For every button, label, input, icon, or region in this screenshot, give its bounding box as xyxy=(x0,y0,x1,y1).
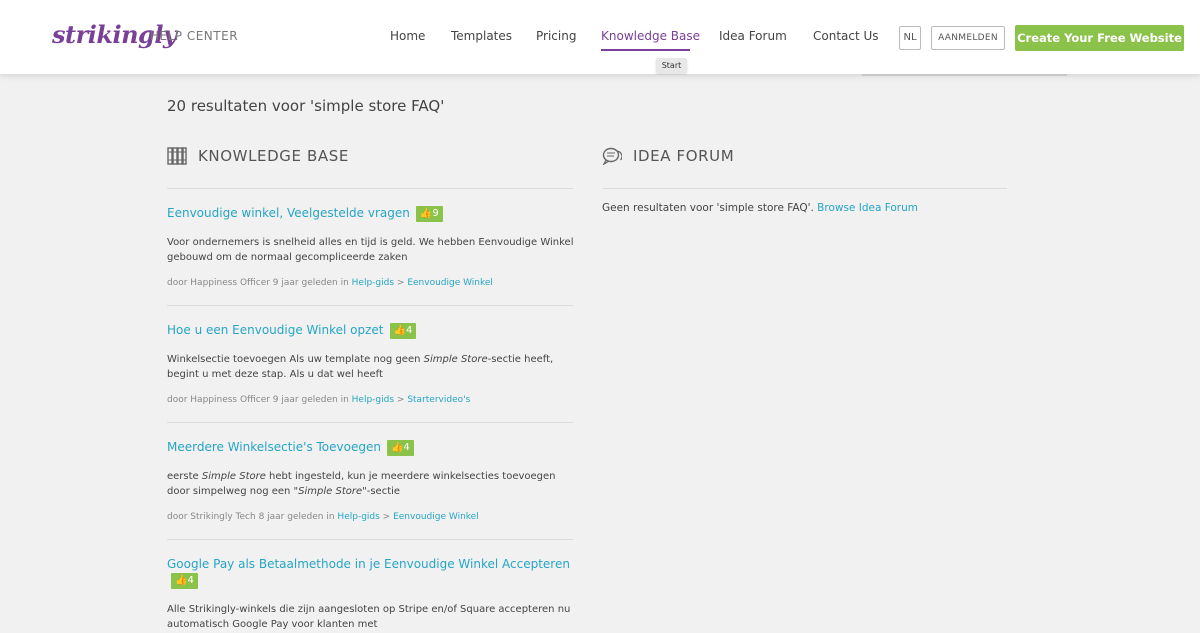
vote-badge: 👍4 xyxy=(389,323,417,339)
kb-divider xyxy=(167,188,573,189)
thumbs-up-icon: 👍 xyxy=(393,325,406,336)
article-author-date: door Strikingly Tech 8 jaar geleden in xyxy=(167,512,338,522)
nav-idea-forum[interactable]: Idea Forum xyxy=(719,29,787,43)
vote-badge: 👍4 xyxy=(386,440,414,456)
knowledge-base-heading-text: KNOWLEDGE BASE xyxy=(198,147,349,165)
vote-count: 4 xyxy=(187,575,194,586)
article-title[interactable]: Meerdere Winkelsectie's Toevoegen 👍4 xyxy=(167,440,414,456)
vote-count: 9 xyxy=(432,208,439,219)
active-nav-underline xyxy=(601,49,690,51)
excerpt-emphasis: Simple Store xyxy=(298,486,363,497)
article-title-text[interactable]: Meerdere Winkelsectie's Toevoegen xyxy=(167,440,381,454)
vote-badge: 👍4 xyxy=(171,573,198,589)
browse-idea-forum-link[interactable]: Browse Idea Forum xyxy=(817,202,918,214)
knowledge-base-heading: KNOWLEDGE BASE xyxy=(167,147,349,165)
article-divider xyxy=(167,305,573,306)
article-title[interactable]: Hoe u een Eenvoudige Winkel opzet 👍4 xyxy=(167,323,417,339)
nav-templates[interactable]: Templates xyxy=(451,29,512,43)
excerpt-emphasis: Simple Store xyxy=(201,471,266,482)
article-excerpt: eerste Simple Store hebt ingesteld, kun … xyxy=(167,469,577,499)
article-title-text[interactable]: Google Pay als Betaalmethode in je Eenvo… xyxy=(167,557,570,571)
idea-forum-heading: IDEA FORUM xyxy=(602,147,734,165)
thumbs-up-icon: 👍 xyxy=(419,208,433,219)
article-title[interactable]: Eenvoudige winkel, Veelgestelde vragen 👍9 xyxy=(167,206,443,222)
site-header: strikingly HELP CENTER Home Templates Pr… xyxy=(0,0,1200,74)
breadcrumb-category[interactable]: Startervideo's xyxy=(407,395,470,405)
vote-count: 4 xyxy=(405,325,413,336)
excerpt-text: Winkelsectie toevoegen Als uw template n… xyxy=(167,354,424,365)
vote-count: 4 xyxy=(403,442,410,453)
breadcrumb-separator: > xyxy=(379,512,394,522)
forum-divider xyxy=(602,188,1007,189)
article-title-text[interactable]: Hoe u een Eenvoudige Winkel opzet xyxy=(167,323,384,337)
article-excerpt: Winkelsectie toevoegen Als uw template n… xyxy=(167,352,577,382)
article-divider xyxy=(167,422,573,423)
nav-knowledge-base[interactable]: Knowledge Base xyxy=(601,29,700,43)
breadcrumb-help-gids[interactable]: Help-gids xyxy=(337,512,379,522)
breadcrumb-help-gids[interactable]: Help-gids xyxy=(352,395,394,405)
breadcrumb-separator: > xyxy=(394,278,408,288)
breadcrumb-category[interactable]: Eenvoudige Winkel xyxy=(407,278,493,288)
thumbs-up-icon: 👍 xyxy=(175,575,188,586)
no-results-text: Geen resultaten voor 'simple store FAQ'. xyxy=(602,202,818,214)
excerpt-text: eerste xyxy=(167,471,202,482)
login-button[interactable]: AANMELDEN xyxy=(931,26,1005,50)
article-excerpt: Alle Strikingly-winkels die zijn aangesl… xyxy=(167,604,571,630)
nav-home[interactable]: Home xyxy=(390,29,425,43)
article-meta: door Strikingly Tech 8 jaar geleden in H… xyxy=(167,512,479,522)
search-bar-edge xyxy=(862,74,1067,76)
excerpt-text: "-sectie xyxy=(362,486,401,497)
breadcrumb-category[interactable]: Eenvoudige Winkel xyxy=(393,512,479,522)
language-selector[interactable]: NL xyxy=(899,26,921,50)
nav-contact-us[interactable]: Contact Us xyxy=(813,29,879,43)
breadcrumb-help-gids[interactable]: Help-gids xyxy=(352,278,394,288)
create-website-button[interactable]: Create Your Free Website xyxy=(1015,25,1184,51)
books-icon xyxy=(167,147,187,165)
article-divider xyxy=(167,539,573,540)
nav-tooltip: Start xyxy=(656,58,687,73)
breadcrumb-separator: > xyxy=(394,395,408,405)
excerpt-emphasis: Simple Store xyxy=(423,354,488,365)
article-meta: door Happiness Officer 9 jaar geleden in… xyxy=(167,278,493,288)
help-center-label[interactable]: HELP CENTER xyxy=(150,29,238,43)
idea-forum-no-results: Geen resultaten voor 'simple store FAQ'.… xyxy=(602,202,918,214)
article-excerpt: Voor ondernemers is snelheid alles en ti… xyxy=(167,237,574,263)
article-title[interactable]: Google Pay als Betaalmethode in je Eenvo… xyxy=(167,557,570,571)
results-title: 20 resultaten voor 'simple store FAQ' xyxy=(167,97,445,115)
article-author-date: door Happiness Officer 9 jaar geleden in xyxy=(167,395,352,405)
article-title-text[interactable]: Eenvoudige winkel, Veelgestelde vragen xyxy=(167,206,410,220)
article-meta: door Happiness Officer 9 jaar geleden in… xyxy=(167,395,470,405)
nav-pricing[interactable]: Pricing xyxy=(536,29,576,43)
vote-badge: 👍9 xyxy=(415,206,443,222)
article-author-date: door Happiness Officer 9 jaar geleden in xyxy=(167,278,352,288)
chat-bubbles-icon xyxy=(602,147,622,165)
thumbs-up-icon: 👍 xyxy=(390,442,404,453)
idea-forum-heading-text: IDEA FORUM xyxy=(633,147,735,165)
